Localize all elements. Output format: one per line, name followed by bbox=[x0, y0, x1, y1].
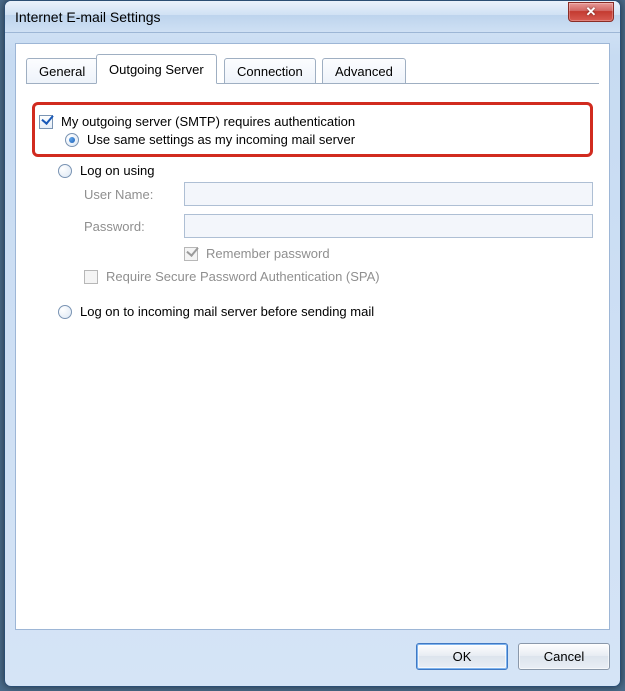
tab-connection[interactable]: Connection bbox=[224, 58, 316, 84]
dialog-window: Internet E-mail Settings ✕ General Outgo… bbox=[4, 0, 621, 687]
titlebar[interactable]: Internet E-mail Settings ✕ bbox=[5, 1, 620, 33]
requires-auth-label: My outgoing server (SMTP) requires authe… bbox=[61, 114, 355, 129]
username-row: User Name: bbox=[84, 182, 593, 206]
password-row: Password: bbox=[84, 214, 593, 238]
tab-advanced[interactable]: Advanced bbox=[322, 58, 406, 84]
dialog-footer: OK Cancel bbox=[15, 636, 610, 676]
require-spa-checkbox[interactable] bbox=[84, 270, 98, 284]
close-icon: ✕ bbox=[586, 4, 597, 20]
requires-auth-checkbox[interactable] bbox=[39, 115, 53, 129]
use-same-radio[interactable] bbox=[65, 133, 79, 147]
password-label: Password: bbox=[84, 219, 184, 234]
tab-label: Connection bbox=[237, 64, 303, 79]
highlight-annotation: My outgoing server (SMTP) requires authe… bbox=[32, 102, 593, 157]
require-spa-row: Require Secure Password Authentication (… bbox=[84, 269, 593, 284]
logon-before-send-label: Log on to incoming mail server before se… bbox=[80, 304, 374, 319]
logon-using-radio[interactable] bbox=[58, 164, 72, 178]
cancel-button[interactable]: Cancel bbox=[518, 643, 610, 670]
logon-using-label: Log on using bbox=[80, 163, 154, 178]
tab-general[interactable]: General bbox=[26, 58, 98, 84]
tab-label: General bbox=[39, 64, 85, 79]
window-title: Internet E-mail Settings bbox=[15, 9, 161, 25]
remember-password-row: Remember password bbox=[184, 246, 593, 261]
require-spa-label: Require Secure Password Authentication (… bbox=[106, 269, 380, 284]
ok-button[interactable]: OK bbox=[416, 643, 508, 670]
tab-outgoing-server[interactable]: Outgoing Server bbox=[96, 54, 217, 84]
username-label: User Name: bbox=[84, 187, 184, 202]
logon-using-row: Log on using bbox=[58, 163, 593, 178]
ok-button-label: OK bbox=[453, 649, 472, 664]
client-area: General Outgoing Server Connection Advan… bbox=[15, 43, 610, 630]
username-input[interactable] bbox=[184, 182, 593, 206]
password-input[interactable] bbox=[184, 214, 593, 238]
tab-content: My outgoing server (SMTP) requires authe… bbox=[16, 84, 609, 332]
remember-password-label: Remember password bbox=[206, 246, 330, 261]
requires-auth-row: My outgoing server (SMTP) requires authe… bbox=[39, 114, 586, 129]
use-same-row: Use same settings as my incoming mail se… bbox=[65, 132, 586, 147]
logon-before-send-radio[interactable] bbox=[58, 305, 72, 319]
remember-password-checkbox[interactable] bbox=[184, 247, 198, 261]
logon-before-send-row: Log on to incoming mail server before se… bbox=[58, 304, 593, 319]
tab-strip: General Outgoing Server Connection Advan… bbox=[26, 54, 599, 84]
use-same-label: Use same settings as my incoming mail se… bbox=[87, 132, 355, 147]
close-button[interactable]: ✕ bbox=[568, 2, 614, 22]
tab-label: Outgoing Server bbox=[109, 62, 204, 77]
tab-label: Advanced bbox=[335, 64, 393, 79]
cancel-button-label: Cancel bbox=[544, 649, 584, 664]
